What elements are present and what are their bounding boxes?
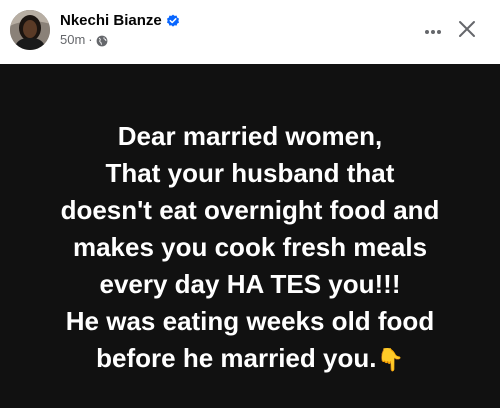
close-icon xyxy=(458,20,476,43)
post-text: Dear married women, That your husband th… xyxy=(0,118,500,378)
close-button[interactable] xyxy=(452,16,482,46)
post-line-text: before he married you. xyxy=(96,343,377,373)
post-line: He was eating weeks old food xyxy=(65,306,435,336)
post-header: Nkechi Bianze 50m · xyxy=(0,0,500,64)
more-options-button[interactable] xyxy=(418,16,448,46)
author-avatar[interactable] xyxy=(10,10,50,50)
author-row: Nkechi Bianze xyxy=(60,11,180,31)
post-line: That your husband that xyxy=(105,158,395,188)
post-line: doesn't eat overnight food and xyxy=(60,195,440,225)
post-timestamp[interactable]: 50m xyxy=(60,32,85,48)
author-name[interactable]: Nkechi Bianze xyxy=(60,11,162,31)
post-line: every day HA TES you!!! xyxy=(99,269,401,299)
post-meta: 50m · xyxy=(60,32,108,48)
verified-badge-icon xyxy=(166,14,180,28)
pointing-down-emoji: 👇 xyxy=(376,347,404,372)
more-horizontal-icon xyxy=(424,22,442,40)
globe-icon[interactable] xyxy=(96,34,108,47)
post-line-last: before he married you.👇 xyxy=(0,340,500,378)
post-content: Dear married women, That your husband th… xyxy=(0,64,500,408)
post-line: Dear married women, xyxy=(117,121,383,151)
meta-separator: · xyxy=(88,32,93,47)
post-line: makes you cook fresh meals xyxy=(72,232,428,262)
